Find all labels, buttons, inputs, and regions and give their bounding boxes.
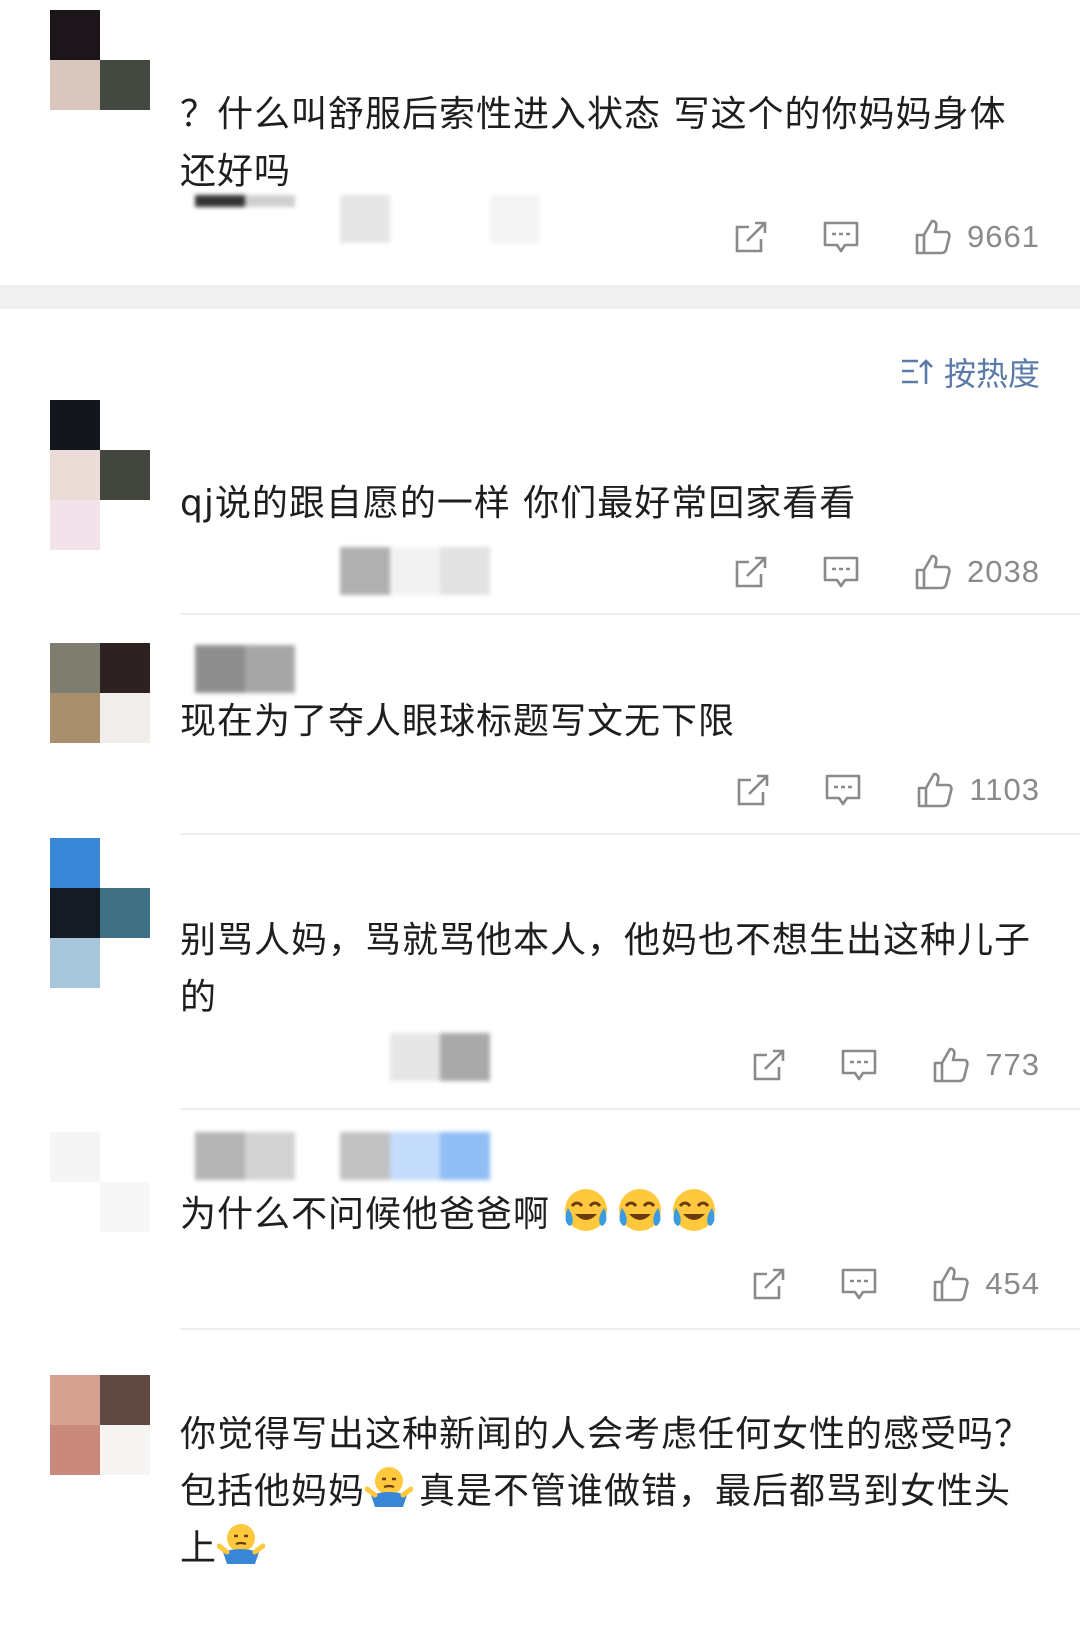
sort-label: 按热度 [943,355,1040,393]
like-button[interactable]: 2038 [913,552,1040,592]
thumbs-up-icon [918,772,953,808]
avatar[interactable] [50,1132,150,1232]
comment-3: 现在为了夺人眼球标题写文无下限 1103 [0,615,1080,835]
crying-laugh-emoji-icon [565,1189,608,1231]
like-count: 454 [985,1266,1040,1301]
blurred-meta [340,547,490,595]
comment-actions: 9661 [731,215,1040,259]
thumbs-up-icon [915,219,951,255]
thumbs-up-icon [933,1266,969,1302]
shrug-emoji-icon [217,1524,266,1564]
comment-actions: 2038 [731,550,1040,594]
share-icon[interactable] [749,1264,789,1304]
comment-text: 现在为了夺人眼球标题写文无下限 [180,701,736,742]
comment-actions: 454 [749,1262,1040,1306]
share-icon[interactable] [733,770,773,810]
avatar[interactable] [50,643,150,743]
thumbs-up-icon [915,554,951,590]
like-button[interactable]: 773 [931,1045,1040,1085]
blurred-meta [195,645,295,693]
comment-6: 你觉得写出这种新闻的人会考虑任何女性的感受吗？包括他妈妈 真是不管谁做错，最后都骂… [0,1330,1080,1625]
like-button[interactable]: 1103 [915,770,1040,810]
comment-text: qj说的跟自愿的一样 你们最好常回家看看 [180,483,857,524]
comment-feed: ？什么叫舒服后索性进入状态 写这个的你妈妈身体还好吗 9661 按热度 qj说的… [0,0,1080,1625]
share-icon[interactable] [749,1045,789,1085]
like-button[interactable]: 9661 [913,217,1040,257]
comment-1: ？什么叫舒服后索性进入状态 写这个的你妈妈身体还好吗 9661 [0,0,1080,285]
sort-icon [901,359,933,384]
crying-laugh-emoji-icon [673,1189,716,1231]
blurred-meta [390,1033,490,1081]
comment-actions: 773 [749,1043,1040,1087]
like-count: 773 [985,1047,1040,1082]
comment-2: qj说的跟自愿的一样 你们最好常回家看看 2038 [0,395,1080,615]
blurred-meta [195,1132,495,1180]
comment-text: 你觉得写出这种新闻的人会考虑任何女性的感受吗？包括他妈妈 真是不管谁做错，最后都骂… [180,1406,1040,1577]
reply-icon[interactable] [839,1264,879,1304]
avatar[interactable] [50,1375,150,1475]
comment-text: 为什么不问候他爸爸啊 [180,1186,1040,1243]
share-icon[interactable] [731,552,771,592]
avatar[interactable] [50,10,150,110]
comment-text: 别骂人妈，骂就骂他本人，他妈也不想生出这种儿子的 [180,920,1032,1018]
like-button[interactable]: 454 [931,1264,1040,1304]
section-divider [0,285,1080,309]
share-icon[interactable] [731,217,771,257]
like-count: 1103 [969,772,1040,807]
reply-icon[interactable] [839,1045,879,1085]
comment-5: 为什么不问候他爸爸啊 454 [0,1110,1080,1330]
avatar[interactable] [50,838,150,988]
reply-icon[interactable] [821,217,861,257]
comment-actions: 1103 [733,768,1040,812]
comment-text-body: 为什么不问候他爸爸啊 [180,1194,551,1235]
blurred-meta [195,195,545,243]
like-count: 2038 [967,554,1040,589]
crying-laugh-emoji-icon [619,1189,662,1231]
like-count: 9661 [967,219,1040,254]
reply-icon[interactable] [823,770,863,810]
avatar[interactable] [50,400,150,550]
reply-icon[interactable] [821,552,861,592]
comment-4: 别骂人妈，骂就骂他本人，他妈也不想生出这种儿子的 773 [0,835,1080,1110]
sort-toggle[interactable]: 按热度 [900,350,1040,394]
shrug-emoji-icon [365,1467,414,1507]
comment-text: ？什么叫舒服后索性进入状态 写这个的你妈妈身体还好吗 [180,94,1007,192]
thumbs-up-icon [933,1047,969,1083]
